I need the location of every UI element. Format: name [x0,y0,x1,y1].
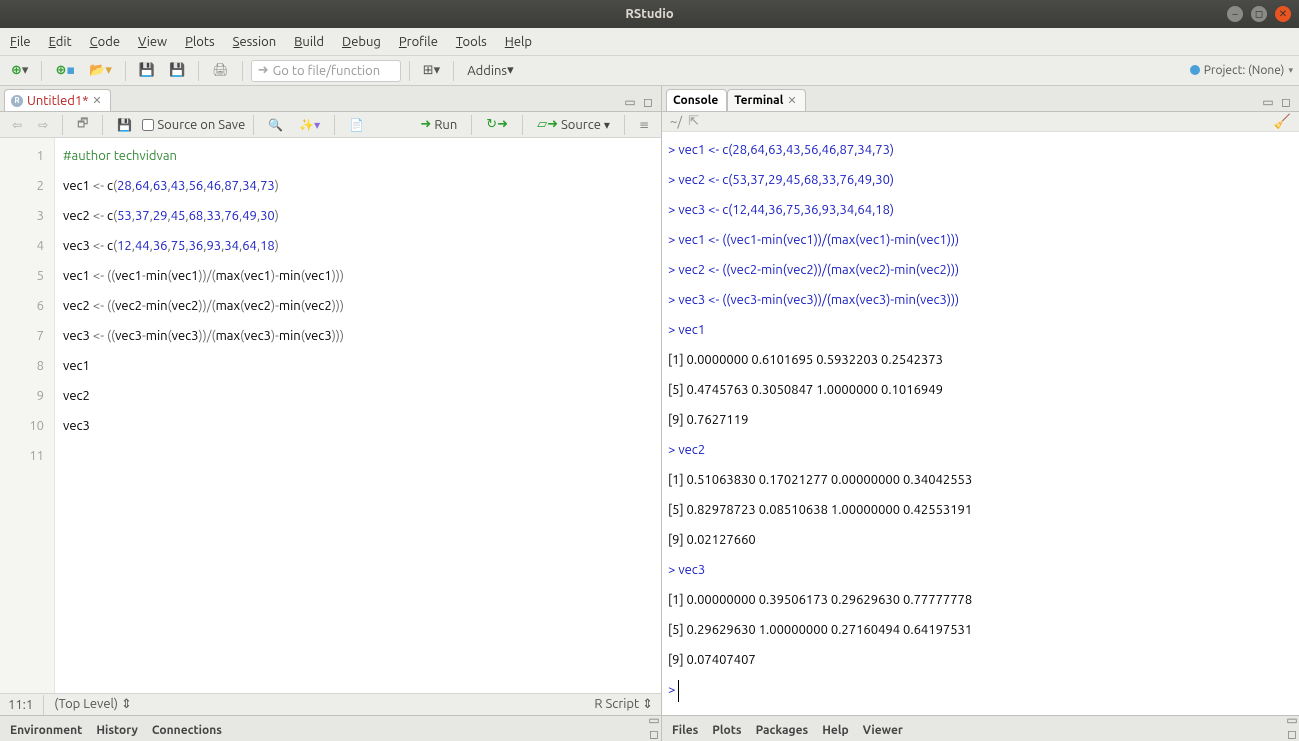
menu-help[interactable]: Help [505,35,532,49]
menu-tools[interactable]: Tools [456,35,487,49]
source-on-save-checkbox[interactable]: Source on Save [142,118,245,132]
menu-build[interactable]: Build [294,35,324,49]
tab-viewer[interactable]: Viewer [857,719,911,741]
menu-session[interactable]: Session [233,35,276,49]
menu-profile[interactable]: Profile [399,35,438,49]
minimize-pane-icon[interactable]: ▭ [1261,95,1275,109]
menu-file[interactable]: File [10,35,31,49]
source-tabstrip: R Untitled1* ✕ ▭ ◻ [0,86,661,112]
console-tabstrip: ConsoleTerminal ✕ ▭ ◻ [662,86,1299,112]
close-icon[interactable]: ✕ [1275,6,1291,22]
open-file-button[interactable]: 📂▾ [84,60,117,82]
goto-arrow-icon: ➜ [258,63,269,78]
forward-button[interactable]: ⇨ [32,115,54,135]
minimize-pane-icon[interactable]: ▭ [647,713,661,727]
tab-connections[interactable]: Connections [146,719,230,741]
save-button[interactable]: 💾 [134,60,160,82]
scope-label[interactable]: (Top Level) ⇕ [54,697,132,712]
minimize-icon[interactable]: ‒ [1227,6,1243,22]
source-button[interactable]: ▱➜Source ▾ [531,115,616,135]
tab-history[interactable]: History [90,719,146,741]
main-toolbar: ⊕▾ ⊕▪ 📂▾ 💾 💾 🖨 ➜ Go to file/function ⊞▾ … [0,56,1299,86]
wand-button[interactable]: ✨▾ [293,115,326,135]
tab-help[interactable]: Help [816,719,856,741]
clear-console-icon[interactable]: 🧹 [1274,113,1291,130]
console-path-bar: ~/ ⇱ 🧹 [662,112,1299,132]
menu-debug[interactable]: Debug [342,35,381,49]
report-button[interactable]: 📄 [343,115,370,135]
source-statusbar: 11:1 (Top Level) ⇕ R Script ⇕ [0,693,661,715]
menubar: File Edit Code View Plots Session Build Debug Pr… [0,28,1299,56]
show-in-new-window-button[interactable]: 🗗 [71,115,94,135]
tab-environment[interactable]: Environment [4,719,90,741]
run-button[interactable]: ➜Run [414,115,463,135]
save-source-button[interactable]: 💾 [111,115,138,135]
titlebar: RStudio ‒ ◻ ✕ [0,0,1299,28]
new-file-button[interactable]: ⊕▾ [6,60,33,82]
source-toolbar: ⇦ ⇨ 🗗 💾 Source on Save 🔍 ✨▾ 📄 ➜Run ↻➜ ▱➜… [0,112,661,138]
minimize-pane-icon[interactable]: ▭ [1285,713,1299,727]
tab-console[interactable]: Console [666,89,727,111]
grid-button[interactable]: ⊞▾ [418,60,445,82]
tab-plots[interactable]: Plots [706,719,749,741]
print-button[interactable]: 🖨 [207,60,234,82]
tab-files[interactable]: Files [666,719,706,741]
save-all-button[interactable]: 💾 [164,60,190,82]
close-tab-icon[interactable]: ✕ [92,94,101,107]
menu-view[interactable]: View [138,35,167,49]
r-file-icon: R [11,95,23,107]
maximize-pane-icon[interactable]: ◻ [641,95,655,109]
back-button[interactable]: ⇦ [6,115,28,135]
new-project-button[interactable]: ⊕▪ [50,60,80,82]
find-button[interactable]: 🔍 [262,115,289,135]
popout-icon[interactable]: ⇱ [688,114,699,129]
menu-plots[interactable]: Plots [185,35,215,49]
menu-edit[interactable]: Edit [49,35,72,49]
tab-untitled1[interactable]: R Untitled1* ✕ [4,89,111,111]
maximize-pane-icon[interactable]: ◻ [1285,727,1299,741]
rerun-button[interactable]: ↻➜ [480,115,514,135]
addins-button[interactable]: Addins ▾ [462,60,518,82]
code-editor[interactable]: 1234567891011 #author techvidvanvec1 <- … [0,138,661,693]
tab-terminal[interactable]: Terminal ✕ [727,89,805,111]
close-tab-icon[interactable]: ✕ [787,94,796,107]
maximize-pane-icon[interactable]: ◻ [1279,95,1293,109]
bottom-left-tabs: EnvironmentHistoryConnections ▭ ◻ [0,715,661,741]
window-title: RStudio [0,7,1299,21]
r-logo-icon [1190,64,1200,78]
script-type[interactable]: R Script ⇕ [594,697,653,712]
project-label[interactable]: Project: (None) [1204,64,1285,77]
maximize-pane-icon[interactable]: ◻ [647,727,661,741]
bottom-right-tabs: FilesPlotsPackagesHelpViewer ▭ ◻ [662,715,1299,741]
maximize-icon[interactable]: ◻ [1251,6,1267,22]
cursor-position: 11:1 [8,698,33,712]
outline-button[interactable]: ≡ [633,115,655,135]
console-output[interactable]: > vec1 <- c(28,64,63,43,56,46,87,34,73)>… [662,132,1299,715]
minimize-pane-icon[interactable]: ▭ [623,95,637,109]
menu-code[interactable]: Code [90,35,120,49]
tab-packages[interactable]: Packages [750,719,817,741]
goto-file-input[interactable]: ➜ Go to file/function [251,60,401,82]
